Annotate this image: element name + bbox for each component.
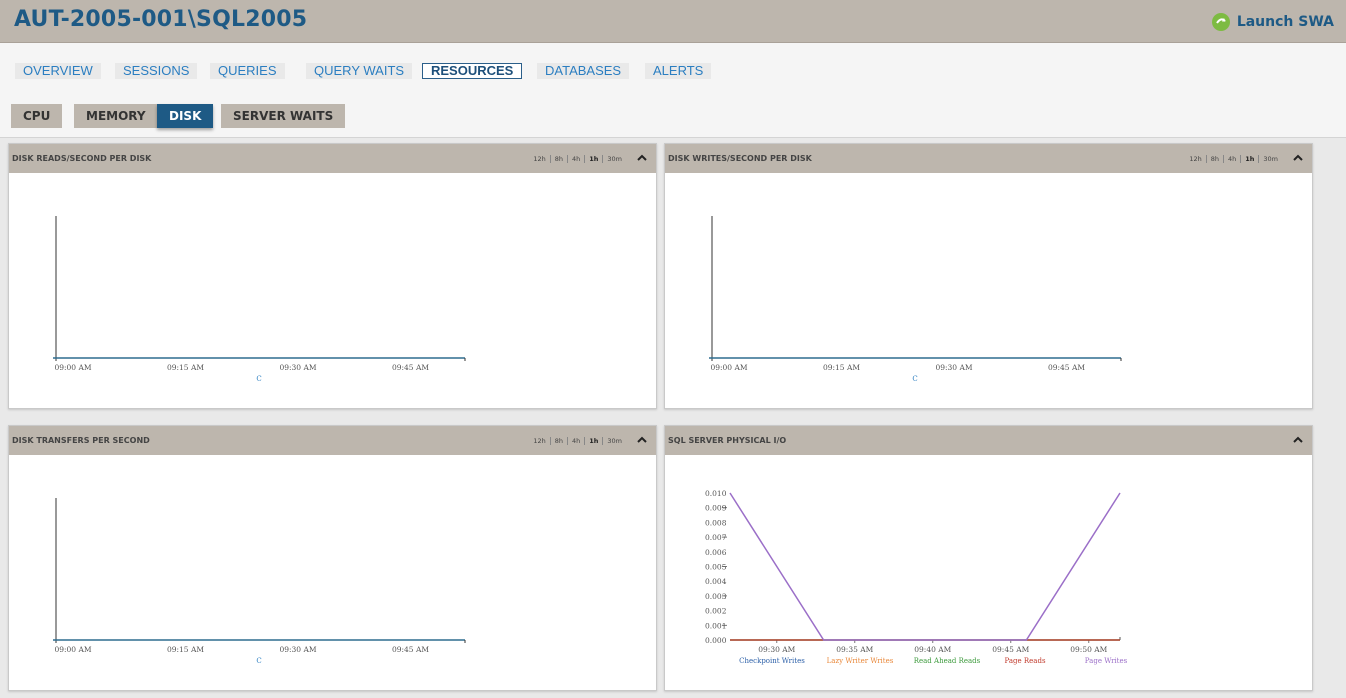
y-tick-label: 0.009 — [705, 504, 727, 513]
y-tick-label: 0.005 — [705, 563, 727, 572]
y-tick-label: 0.004 — [705, 577, 727, 586]
disk-reads-panel: DISK READS/SECOND PER DISK 12h 8h 4h 1h 30m … — [8, 143, 657, 409]
x-tick-label: 09:00 AM — [710, 363, 747, 372]
y-tick-label: 0.001 — [705, 621, 726, 630]
range-8h[interactable]: 8h — [1207, 155, 1223, 163]
panel-title: DISK WRITES/SECOND PER DISK — [668, 154, 812, 163]
launch-icon — [1211, 13, 1230, 31]
legend-item: C — [912, 375, 917, 383]
disk-transfers-chart: 09:00 AM 09:15 AM 09:30 AM 09:45 AM C — [53, 498, 466, 665]
range-12h[interactable]: 12h — [1185, 155, 1205, 163]
legend-item: Page Writes — [1085, 657, 1128, 665]
page-title: AUT-2005-001\SQL2005 — [14, 7, 308, 32]
x-tick-label: 09:15 AM — [167, 363, 204, 372]
physical-io-panel: SQL SERVER PHYSICAL I/O 0.010 0.009 0.008 0… — [664, 425, 1313, 691]
collapse-icon[interactable] — [636, 434, 648, 446]
subtab-disk[interactable]: DISK — [157, 104, 214, 128]
x-tick-label: 09:30 AM — [935, 363, 972, 372]
x-tick-label: 09:45 AM — [992, 645, 1029, 654]
range-4h[interactable]: 4h — [568, 437, 584, 445]
disk-writes-panel: DISK WRITES/SECOND PER DISK 12h 8h 4h 1h 30m… — [664, 143, 1313, 409]
panel-title: SQL SERVER PHYSICAL I/O — [668, 436, 787, 445]
tab-databases[interactable]: DATABASES — [537, 63, 630, 79]
tab-overview[interactable]: OVERVIEW — [15, 63, 101, 79]
legend-item: Checkpoint Writes — [739, 657, 805, 665]
range-12h[interactable]: 12h — [529, 437, 549, 445]
range-8h[interactable]: 8h — [551, 155, 567, 163]
collapse-icon[interactable] — [636, 152, 648, 164]
time-range-selector: 12h 8h 4h 1h 30m — [529, 437, 626, 445]
range-1h[interactable]: 1h — [585, 155, 602, 163]
subtab-cpu[interactable]: CPU — [11, 104, 63, 128]
tab-alerts[interactable]: ALERTS — [645, 63, 712, 79]
range-8h[interactable]: 8h — [551, 437, 567, 445]
physical-io-chart: 0.010 0.009 0.008 0.007 0.006 0.005 0.004 0.003… — [705, 489, 1128, 665]
panel-title: DISK READS/SECOND PER DISK — [12, 154, 152, 163]
range-30m[interactable]: 30m — [1259, 155, 1282, 163]
title-bar: AUT-2005-001\SQL2005 Launch SWA — [0, 0, 1346, 43]
subtab-server-waits[interactable]: SERVER WAITS — [221, 104, 346, 128]
y-tick-label: 0.007 — [705, 533, 727, 542]
tab-query-waits[interactable]: QUERY WAITS — [306, 63, 413, 79]
panel-header: SQL SERVER PHYSICAL I/O — [665, 426, 1312, 455]
y-tick-label: 0.010 — [705, 489, 727, 498]
series-line — [729, 492, 1121, 641]
panel-title: DISK TRANSFERS PER SECOND — [12, 436, 150, 445]
y-tick-label: 0.003 — [705, 592, 727, 601]
x-tick-label: 09:45 AM — [392, 645, 429, 654]
time-range-selector: 12h 8h 4h 1h 30m — [1185, 155, 1282, 163]
range-12h[interactable]: 12h — [529, 155, 549, 163]
legend-item: Page Reads — [1004, 657, 1045, 665]
range-30m[interactable]: 30m — [603, 437, 626, 445]
panel-header: DISK WRITES/SECOND PER DISK 12h 8h 4h 1h 30m — [665, 144, 1312, 173]
disk-reads-chart: 09:00 AM 09:15 AM 09:30 AM 09:45 AM C — [53, 216, 466, 383]
legend-item: C — [256, 657, 261, 665]
collapse-icon[interactable] — [1292, 434, 1304, 446]
panel-header: DISK TRANSFERS PER SECOND 12h 8h 4h 1h 30m — [9, 426, 656, 455]
x-tick-label: 09:45 AM — [392, 363, 429, 372]
range-1h[interactable]: 1h — [585, 437, 602, 445]
resource-subtabs: CPU MEMORY DISK SERVER WAITS — [0, 93, 1346, 138]
x-tick-label: 09:45 AM — [1048, 363, 1085, 372]
y-tick-label: 0.006 — [705, 548, 727, 557]
tab-resources[interactable]: RESOURCES — [422, 63, 523, 79]
x-tick-label: 09:15 AM — [823, 363, 860, 372]
y-tick-label: 0.000 — [705, 636, 727, 645]
launch-swa-label: Launch SWA — [1236, 14, 1334, 30]
tab-queries[interactable]: QUERIES — [210, 63, 285, 79]
x-tick-label: 09:15 AM — [167, 645, 204, 654]
range-4h[interactable]: 4h — [1224, 155, 1240, 163]
range-30m[interactable]: 30m — [603, 155, 626, 163]
x-tick-label: 09:35 AM — [836, 645, 873, 654]
x-tick-label: 09:40 AM — [914, 645, 951, 654]
legend-item: C — [256, 375, 261, 383]
x-tick-label: 09:00 AM — [54, 363, 91, 372]
x-tick-label: 09:30 AM — [279, 645, 316, 654]
x-tick-label: 09:30 AM — [758, 645, 795, 654]
launch-swa-button[interactable]: Launch SWA — [1211, 11, 1334, 33]
panel-header: DISK READS/SECOND PER DISK 12h 8h 4h 1h 30m — [9, 144, 656, 173]
y-tick-label: 0.008 — [705, 518, 727, 527]
time-range-selector: 12h 8h 4h 1h 30m — [529, 155, 626, 163]
x-tick-label: 09:30 AM — [279, 363, 316, 372]
disk-writes-chart: 09:00 AM 09:15 AM 09:30 AM 09:45 AM C — [709, 216, 1122, 383]
legend-item: Read Ahead Reads — [914, 657, 981, 665]
tab-sessions[interactable]: SESSIONS — [115, 63, 198, 79]
range-1h[interactable]: 1h — [1241, 155, 1258, 163]
main-tabs: OVERVIEW SESSIONS QUERIES QUERY WAITS RE… — [0, 43, 1346, 93]
x-tick-label: 09:50 AM — [1070, 645, 1107, 654]
disk-transfers-panel: DISK TRANSFERS PER SECOND 12h 8h 4h 1h 30m 0… — [8, 425, 657, 691]
x-tick-label: 09:00 AM — [54, 645, 91, 654]
collapse-icon[interactable] — [1292, 152, 1304, 164]
subtab-memory[interactable]: MEMORY — [74, 104, 158, 128]
legend-item: Lazy Writer Writes — [827, 657, 894, 665]
y-tick-label: 0.002 — [705, 607, 727, 616]
range-4h[interactable]: 4h — [568, 155, 584, 163]
